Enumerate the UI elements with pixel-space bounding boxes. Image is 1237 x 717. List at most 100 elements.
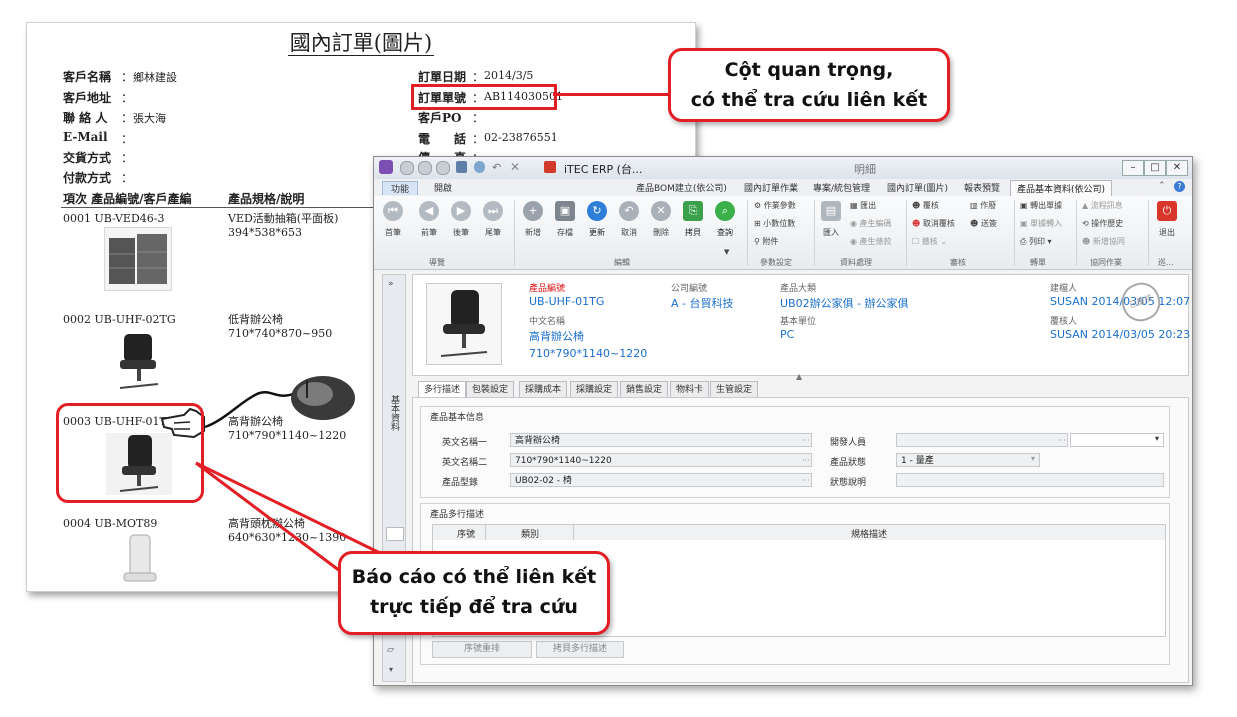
en-name-1-field[interactable]: 高背辦公椅 bbox=[510, 433, 812, 447]
dropdown-arrow-icon[interactable]: ▾ bbox=[1031, 454, 1035, 463]
label-company: 公司編號 bbox=[671, 284, 708, 294]
tab-domestic-order-image[interactable]: 國內訂單(圖片) bbox=[887, 181, 948, 194]
model-field[interactable]: UB02-02 - 椅 bbox=[510, 473, 812, 487]
tab-purchase-settings[interactable]: 採購設定 bbox=[570, 381, 619, 398]
field-label-phone: 電 話 bbox=[418, 132, 467, 146]
tab-bom[interactable]: 產品BOM建立(依公司) bbox=[636, 181, 727, 194]
delete-button[interactable]: ✕ 刪除 bbox=[646, 201, 676, 238]
add-icon: + bbox=[523, 201, 543, 221]
nav-forward-icon[interactable] bbox=[418, 161, 432, 175]
ellipsis-icon[interactable]: ··· bbox=[1058, 436, 1066, 445]
field-value-order-date: 2014/3/5 bbox=[484, 69, 534, 82]
nav-dropdown-icon[interactable]: ▾ bbox=[389, 665, 393, 674]
copy-button[interactable]: ⎘ 拷貝 bbox=[678, 201, 708, 238]
import-button[interactable]: ▤ 匯入 bbox=[816, 201, 846, 238]
add-collab-button[interactable]: ☻ 新增協同 bbox=[1082, 236, 1125, 247]
chart-icon[interactable]: ▱ bbox=[387, 645, 394, 655]
order-no-highlight bbox=[411, 84, 557, 110]
help-icon[interactable]: ? bbox=[1174, 181, 1185, 192]
tab-material-card[interactable]: 物料卡 bbox=[670, 381, 710, 398]
collapse-header-icon[interactable]: ▲ bbox=[796, 372, 802, 381]
tab-function[interactable]: 功能 bbox=[382, 181, 419, 195]
gen-terms-button[interactable]: ◉ 產生條款 bbox=[850, 236, 892, 247]
delete-quick-icon[interactable]: ✕ bbox=[510, 160, 520, 174]
transfer-in-button[interactable]: ▣ 單據轉入 bbox=[1020, 218, 1062, 229]
op-params-button[interactable]: ⚙ 作業參數 bbox=[754, 200, 796, 211]
tab-open[interactable]: 開啟 bbox=[434, 181, 452, 194]
developer-field[interactable] bbox=[896, 433, 1068, 447]
cancel-button[interactable]: ↶ 取消 bbox=[614, 201, 644, 238]
decimal-button[interactable]: ⊞ 小數位數 bbox=[754, 218, 795, 229]
ribbon-collapse-icon[interactable]: ⌃ bbox=[1158, 181, 1166, 191]
ellipsis-icon[interactable]: ··· bbox=[802, 436, 810, 445]
report-row-code: 0001 UB-VED46-3 bbox=[63, 212, 165, 225]
last-record-button[interactable]: ⏭ 尾筆 bbox=[478, 201, 508, 238]
dropdown-arrow-icon[interactable]: ▾ bbox=[1155, 434, 1159, 443]
tab-packaging[interactable]: 包裝設定 bbox=[466, 381, 515, 398]
label-developer: 開發人員 bbox=[830, 438, 867, 448]
status-select[interactable]: 1 - 量產 bbox=[896, 453, 1040, 467]
field-label-email: E-Mail bbox=[63, 130, 108, 144]
copy-multiline-button[interactable]: 拷貝多行描述 bbox=[536, 641, 624, 658]
en-name-2-field[interactable]: 710*790*1140~1220 bbox=[510, 453, 812, 467]
report-table-header-spec: 產品規格/說明 bbox=[228, 192, 305, 206]
attachment-button[interactable]: ⚲ 附件 bbox=[754, 236, 778, 247]
query-dropdown-icon[interactable]: ▼ bbox=[724, 248, 729, 256]
first-record-button[interactable]: ⏮ 首筆 bbox=[378, 201, 408, 238]
field-value-contact: 張大海 bbox=[133, 112, 166, 125]
label-status: 產品狀態 bbox=[830, 458, 867, 468]
refresh-icon[interactable] bbox=[436, 161, 450, 175]
value-unit: PC bbox=[780, 328, 795, 341]
export-button[interactable]: ▦ 匯出 bbox=[850, 200, 876, 211]
prev-icon: ◀ bbox=[419, 201, 439, 221]
sync-quick-icon[interactable] bbox=[474, 161, 485, 173]
history-button[interactable]: ⟲ 操作歷史 bbox=[1082, 218, 1123, 229]
exit-button[interactable]: ⏻ 退出 bbox=[1152, 201, 1182, 238]
tab-sales-settings[interactable]: 銷售設定 bbox=[620, 381, 669, 398]
update-button[interactable]: ↻ 更新 bbox=[582, 201, 612, 238]
col-spec-desc: 規格描述 bbox=[851, 530, 888, 540]
report-table-header: 項次 產品編號/客戶產編 bbox=[63, 192, 192, 206]
ellipsis-icon[interactable]: ··· bbox=[802, 456, 810, 465]
save-quick-icon[interactable] bbox=[456, 161, 467, 173]
status-desc-field[interactable] bbox=[896, 473, 1164, 487]
tab-multiline[interactable]: 多行描述 bbox=[418, 381, 467, 398]
save-button[interactable]: ▣ 存檔 bbox=[550, 201, 580, 238]
review-button[interactable]: ☻ 覆核 bbox=[912, 200, 939, 211]
new-button[interactable]: + 新增 bbox=[518, 201, 548, 238]
tab-production-settings[interactable]: 生管設定 bbox=[710, 381, 759, 398]
renumber-button[interactable]: 序號重排 bbox=[432, 641, 532, 658]
tab-domestic-order[interactable]: 國內訂單作業 bbox=[744, 181, 798, 194]
revoke-button[interactable]: ☐ 撤核 ⌄ bbox=[912, 236, 947, 247]
nav-back-icon[interactable] bbox=[400, 161, 414, 175]
tab-project[interactable]: 專案/統包管理 bbox=[813, 181, 870, 194]
power-icon: ⏻ bbox=[1157, 201, 1177, 221]
cancel-review-button[interactable]: ☻ 取消覆核 bbox=[912, 218, 955, 229]
tab-product-basic[interactable]: 產品基本資料(依公司) bbox=[1010, 180, 1113, 196]
basic-info-title: 產品基本信息 bbox=[430, 413, 485, 423]
submit-sign-button[interactable]: ☻ 送簽 bbox=[970, 218, 997, 229]
developer-dropdown[interactable] bbox=[1070, 433, 1164, 447]
prev-record-button[interactable]: ◀ 前筆 bbox=[414, 201, 444, 238]
close-button[interactable]: ✕ bbox=[1166, 160, 1188, 176]
import-icon: ▤ bbox=[821, 201, 841, 221]
tab-report-preview[interactable]: 報表預覽 bbox=[964, 181, 1000, 194]
gen-code-button[interactable]: ◉ 產生編碼 bbox=[850, 218, 892, 229]
undo-quick-icon[interactable]: ↶ bbox=[492, 161, 501, 174]
transfer-out-button[interactable]: ▣ 轉出單據 bbox=[1020, 200, 1062, 211]
nav-basic-data[interactable]: 基本資料 bbox=[387, 395, 401, 431]
workflow-msg-button[interactable]: ▲ 流程訊息 bbox=[1082, 200, 1123, 211]
query-button[interactable]: ⌕ 查詢 bbox=[710, 201, 740, 238]
undo-icon: ↶ bbox=[619, 201, 639, 221]
print-button[interactable]: ⎙ 列印 ▾ bbox=[1020, 236, 1052, 247]
next-record-button[interactable]: ▶ 後筆 bbox=[446, 201, 476, 238]
expand-icon[interactable]: » bbox=[388, 279, 394, 289]
ellipsis-icon[interactable]: ··· bbox=[802, 476, 810, 485]
group-review: 審核 bbox=[950, 258, 966, 267]
tab-purchase-cost[interactable]: 採購成本 bbox=[519, 381, 568, 398]
maximize-button[interactable]: □ bbox=[1144, 160, 1166, 176]
value-size: 710*790*1140~1220 bbox=[529, 347, 648, 360]
label-unit: 基本單位 bbox=[780, 317, 817, 327]
minimize-button[interactable]: – bbox=[1122, 160, 1144, 176]
void-button[interactable]: ▥ 作廢 bbox=[970, 200, 996, 211]
